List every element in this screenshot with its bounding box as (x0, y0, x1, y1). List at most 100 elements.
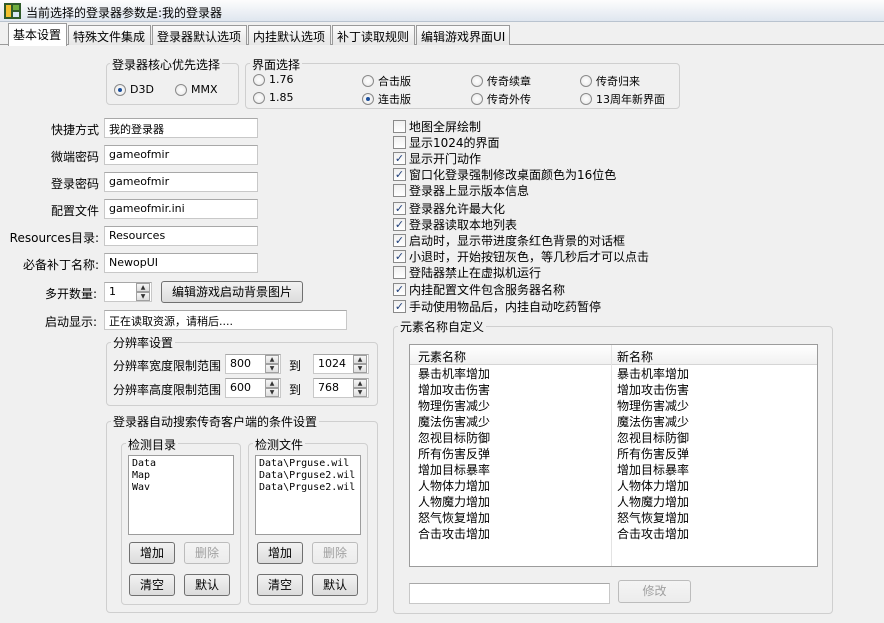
spin-up-icon[interactable]: ▲ (265, 355, 279, 364)
checkbox-check-icon: ✓ (393, 300, 406, 313)
resources-dir-input[interactable]: Resources (104, 226, 258, 246)
element-name-cell: 怒气恢复增加 (418, 511, 491, 525)
option-auto-potion-pause[interactable]: ✓ 手动使用物品后，内挂自动吃药暂停 (393, 298, 601, 315)
detect-dirs-title: 检测目录 (126, 436, 179, 453)
login-password-input[interactable]: gameofmir (104, 172, 258, 192)
list-item[interactable]: Data\Prguse.wil (259, 458, 357, 470)
radio-ui-lianji[interactable]: 连击版 (362, 91, 411, 107)
config-file-input[interactable]: gameofmir.ini (104, 199, 258, 219)
res-width-to-spinner[interactable]: ▲ ▼ (353, 355, 367, 373)
list-item[interactable]: Data\Prguse2.wil (259, 470, 357, 482)
multi-open-label: 多开数量: (44, 287, 97, 301)
tab-edit-game-ui[interactable]: 编辑游戏界面UI (416, 25, 510, 45)
new-name-cell: 怒气恢复增加 (617, 511, 690, 525)
spin-down-icon[interactable]: ▼ (353, 364, 367, 373)
res-width-from-spinner[interactable]: ▲ ▼ (265, 355, 279, 373)
new-name-input[interactable] (409, 583, 610, 604)
radio-ui-waizhuan[interactable]: 传奇外传 (471, 91, 531, 107)
table-row[interactable]: 增加目标暴率 增加目标暴率 (410, 461, 817, 477)
radio-ui-185[interactable]: 1.85 (253, 91, 294, 104)
new-name-cell: 人物体力增加 (617, 479, 690, 493)
element-name-cell: 物理伤害减少 (418, 399, 491, 413)
radio-ui-xuzhang[interactable]: 传奇续章 (471, 73, 531, 89)
res-height-from-spinner[interactable]: ▲ ▼ (265, 379, 279, 397)
radio-ui-heji[interactable]: 合击版 (362, 73, 411, 89)
shortcut-input[interactable]: 我的登录器 (104, 118, 258, 138)
option-map-fullscreen[interactable]: 地图全屏绘制 (393, 118, 481, 135)
list-item[interactable]: Data (132, 458, 230, 470)
option-show-version[interactable]: 登录器上显示版本信息 (393, 182, 529, 199)
tab-basic-settings[interactable]: 基本设置 (8, 23, 67, 46)
radio-dot (471, 75, 483, 87)
detect-dirs-list[interactable]: Data Map Wav (128, 455, 234, 535)
element-name-cell: 忽视目标防御 (418, 431, 491, 445)
micro-password-input[interactable]: gameofmir (104, 145, 258, 165)
spin-down-icon[interactable]: ▼ (353, 388, 367, 397)
tab-special-files[interactable]: 特殊文件集成 (68, 25, 151, 45)
option-start-button-delay[interactable]: ✓ 小退时，开始按钮灰色，等几秒后才可以点击 (393, 248, 649, 265)
option-config-include-server[interactable]: ✓ 内挂配置文件包含服务器名称 (393, 281, 565, 298)
list-item[interactable]: Map (132, 470, 230, 482)
table-row[interactable]: 合击攻击增加 合击攻击增加 (410, 525, 817, 541)
tab-launcher-defaults[interactable]: 登录器默认选项 (152, 25, 247, 45)
option-allow-maximize[interactable]: ✓ 登录器允许最大化 (393, 200, 505, 217)
table-row[interactable]: 所有伤害反弹 所有伤害反弹 (410, 445, 817, 461)
checkbox-check-icon: ✓ (393, 152, 406, 165)
list-item[interactable]: Wav (132, 482, 230, 494)
dirs-clear-button[interactable]: 清空 (129, 574, 175, 596)
dirs-delete-button[interactable]: 删除 (184, 542, 230, 564)
spin-down-icon[interactable]: ▼ (265, 388, 279, 397)
table-row[interactable]: 魔法伤害减少 魔法伤害减少 (410, 413, 817, 429)
table-row[interactable]: 人物魔力增加 人物魔力增加 (410, 493, 817, 509)
radio-mmx[interactable]: MMX (175, 83, 218, 96)
modify-button[interactable]: 修改 (618, 580, 691, 603)
list-item[interactable]: Data\Prguse2.wil (259, 482, 357, 494)
tab-patch-rules[interactable]: 补丁读取规则 (332, 25, 415, 45)
res-height-to-label: 到 (289, 383, 302, 397)
spin-down-icon[interactable]: ▼ (136, 292, 150, 301)
table-row[interactable]: 怒气恢复增加 怒气恢复增加 (410, 509, 817, 525)
dirs-default-button[interactable]: 默认 (184, 574, 230, 596)
radio-ui-176[interactable]: 1.76 (253, 73, 294, 86)
new-name-cell: 魔法伤害减少 (617, 415, 690, 429)
files-default-button[interactable]: 默认 (312, 574, 358, 596)
required-patch-input[interactable]: NewopUI (104, 253, 258, 273)
spin-up-icon[interactable]: ▲ (265, 379, 279, 388)
table-row[interactable]: 暴击机率增加 暴击机率增加 (410, 365, 817, 381)
option-show-door-animation[interactable]: ✓ 显示开门动作 (393, 150, 481, 167)
radio-ui-guilai[interactable]: 传奇归来 (580, 73, 640, 89)
option-read-local-list[interactable]: ✓ 登录器读取本地列表 (393, 216, 517, 233)
tab-plugin-defaults[interactable]: 内挂默认选项 (248, 25, 331, 45)
table-row[interactable]: 增加攻击伤害 增加攻击伤害 (410, 381, 817, 397)
spin-down-icon[interactable]: ▼ (265, 364, 279, 373)
column-header-new-name[interactable]: 新名称 (617, 348, 653, 365)
radio-dot (175, 83, 187, 96)
spin-up-icon[interactable]: ▲ (136, 283, 150, 292)
spin-up-icon[interactable]: ▲ (353, 379, 367, 388)
option-force-16bit[interactable]: ✓ 窗口化登录强制修改桌面颜色为16位色 (393, 166, 616, 183)
table-row[interactable]: 人物体力增加 人物体力增加 (410, 477, 817, 493)
files-clear-button[interactable]: 清空 (257, 574, 303, 596)
table-row[interactable]: 物理伤害减少 物理伤害减少 (410, 397, 817, 413)
option-progress-dialog[interactable]: ✓ 启动时，显示带进度条红色背景的对话框 (393, 232, 625, 249)
files-delete-button[interactable]: 删除 (312, 542, 358, 564)
edit-bg-image-button[interactable]: 编辑游戏启动背景图片 (161, 281, 303, 303)
spin-up-icon[interactable]: ▲ (353, 355, 367, 364)
startup-display-input[interactable]: 正在读取资源，请稍后.... (104, 310, 347, 330)
auto-search-title: 登录器自动搜索传奇客户端的条件设置 (111, 413, 320, 430)
column-header-name[interactable]: 元素名称 (418, 348, 466, 365)
radio-d3d[interactable]: D3D (114, 83, 154, 96)
files-add-button[interactable]: 增加 (257, 542, 303, 564)
checkbox-check-icon: ✓ (393, 202, 406, 215)
radio-ui-13th[interactable]: 13周年新界面 (580, 91, 665, 107)
table-row[interactable]: 忽视目标防御 忽视目标防御 (410, 429, 817, 445)
detect-files-list[interactable]: Data\Prguse.wil Data\Prguse2.wil Data\Pr… (255, 455, 361, 535)
new-name-cell: 合击攻击增加 (617, 527, 690, 541)
element-names-table[interactable]: 元素名称 新名称 暴击机率增加 暴击机率增加 增加攻击伤害 增加攻击伤害 物理伤害减少物… (409, 344, 818, 567)
multi-open-spinner[interactable]: ▲ ▼ (136, 283, 150, 301)
option-show-1024[interactable]: 显示1024的界面 (393, 134, 500, 151)
dirs-add-button[interactable]: 增加 (129, 542, 175, 564)
new-name-cell: 人物魔力增加 (617, 495, 690, 509)
option-block-vm[interactable]: 登陆器禁止在虚拟机运行 (393, 264, 541, 281)
res-height-to-spinner[interactable]: ▲ ▼ (353, 379, 367, 397)
